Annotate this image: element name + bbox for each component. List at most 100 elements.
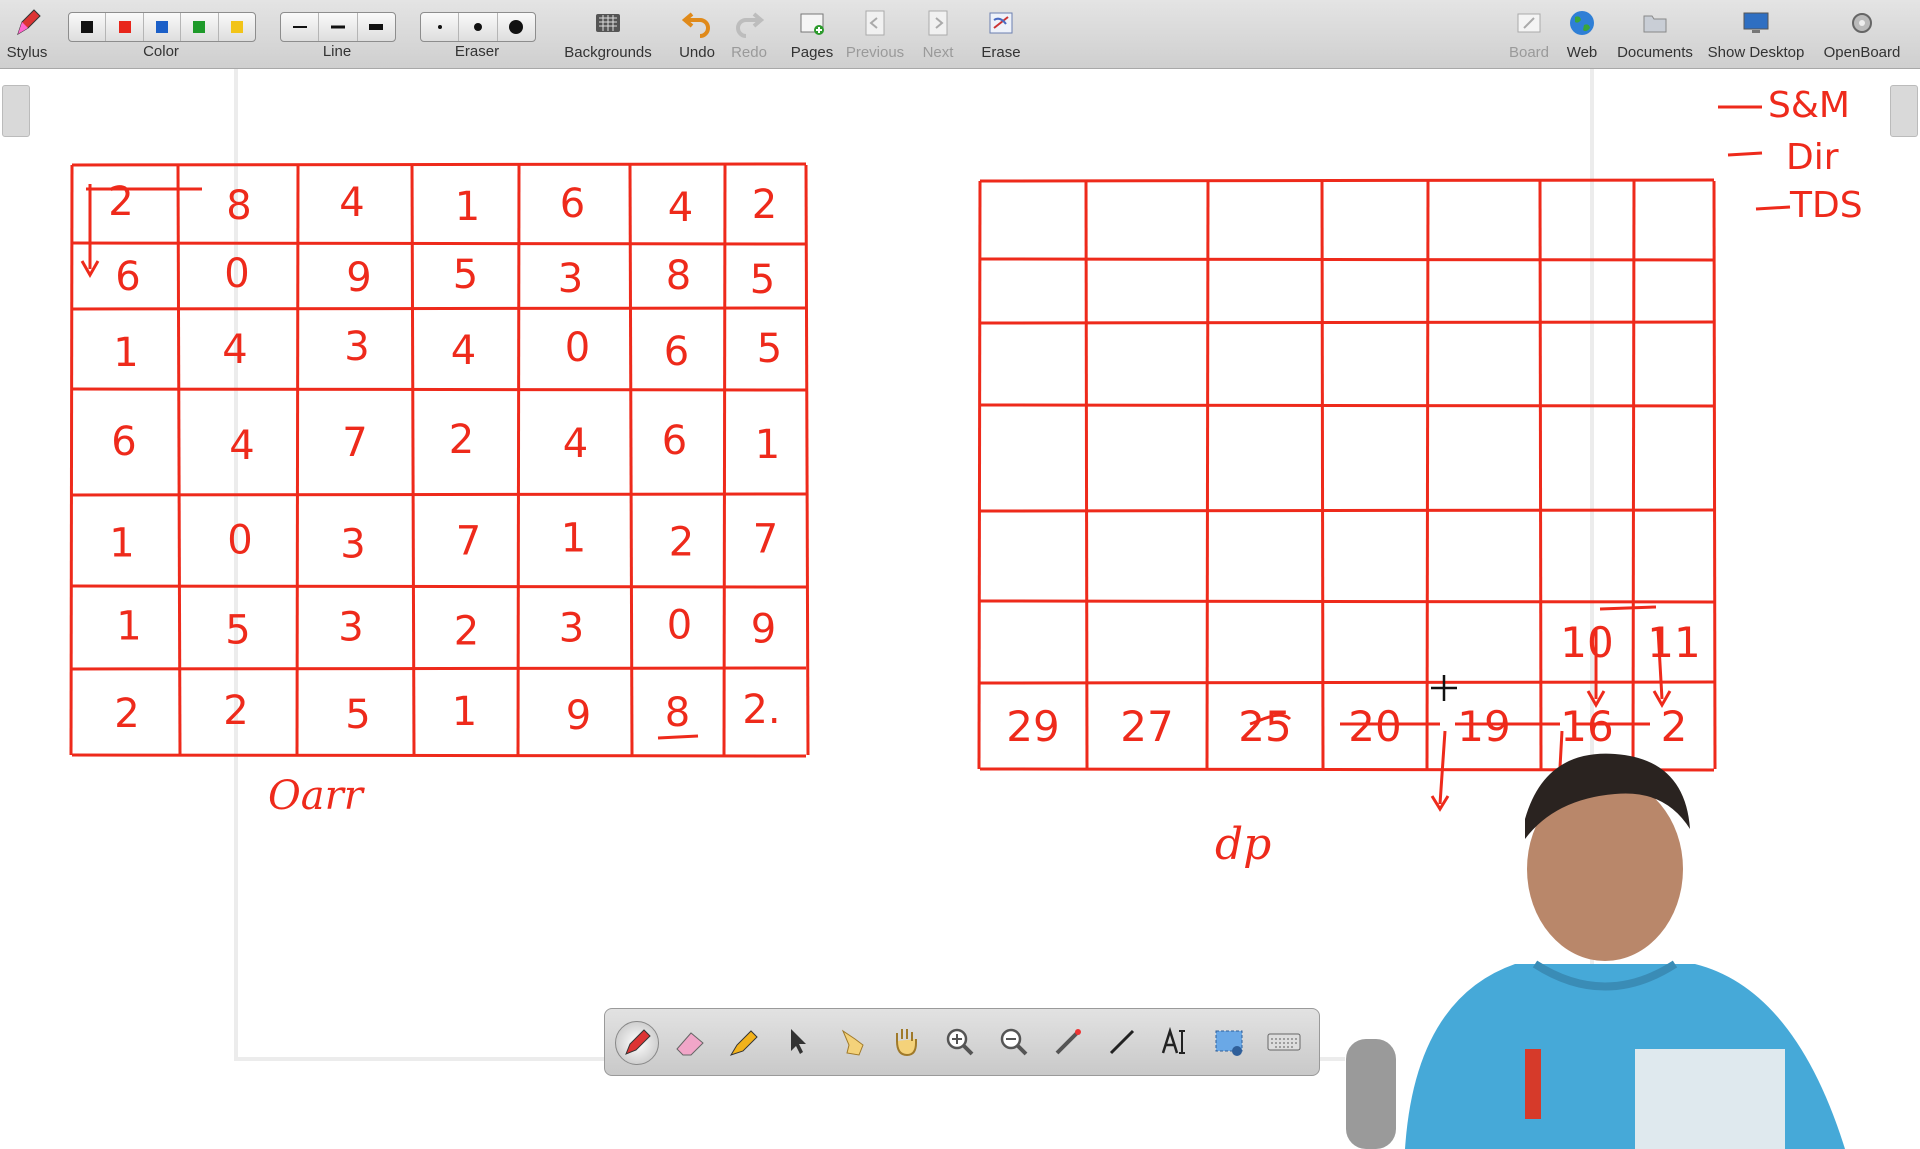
laser-icon (1055, 1029, 1081, 1055)
undo-button[interactable]: Undo (672, 4, 722, 64)
stylus-button[interactable]: Stylus (2, 4, 52, 64)
web-button[interactable]: Web (1558, 4, 1606, 64)
documents-button[interactable]: Documents (1610, 4, 1700, 64)
zoom-in-button[interactable] (939, 1021, 981, 1063)
backgrounds-icon (596, 14, 620, 32)
presenter-video (1345, 753, 1920, 1149)
hand-tool-button[interactable] (885, 1021, 927, 1063)
zoom-out-button[interactable] (993, 1021, 1035, 1063)
left-grid-cell: 2 (449, 417, 474, 463)
interact-tool-button[interactable] (831, 1021, 873, 1063)
left-grid-vline (804, 164, 810, 756)
eraser-large-option[interactable] (498, 13, 535, 41)
left-grid-cell: 6 (662, 418, 687, 464)
right-grid-cell: 27 (1120, 702, 1173, 751)
pages-label: Pages (790, 44, 834, 61)
right-grid-vline (1320, 180, 1325, 770)
line-thick-option[interactable] (358, 13, 395, 41)
left-grid-cell: 4 (339, 180, 364, 226)
hand-icon (896, 1029, 917, 1057)
left-grid-cell: 0 (565, 325, 590, 371)
right-grid-cell: 11 (1647, 618, 1700, 667)
openboard-label: OpenBoard (1823, 44, 1901, 61)
left-grid-cell: 9 (566, 693, 591, 739)
color-yellow-swatch[interactable] (219, 13, 255, 41)
stylus-icon (17, 9, 41, 36)
left-grid-cell: 1 (455, 184, 480, 230)
left-grid-cell: 2 (454, 609, 479, 655)
right-grid-vline (977, 180, 982, 770)
note-dir: Dir (1786, 137, 1839, 178)
select-tool-button[interactable] (777, 1021, 819, 1063)
pen-tool-button[interactable] (615, 1021, 659, 1065)
left-grid-hline (71, 492, 807, 497)
color-black-swatch[interactable] (69, 13, 107, 41)
right-grid-cell: 29 (1006, 702, 1059, 751)
globe-icon (1570, 11, 1594, 35)
previous-label: Previous (845, 44, 905, 61)
left-grid-cell: 5 (757, 326, 782, 372)
left-grid-cell: 1 (561, 516, 586, 562)
line-medium-option[interactable] (319, 13, 358, 41)
left-grid-cell: 3 (559, 606, 584, 652)
right-grid-vline (1712, 180, 1717, 770)
board-icon (1517, 13, 1541, 33)
eraser-tool-button[interactable] (669, 1021, 711, 1063)
eraser-label: Eraser (454, 43, 500, 60)
left-grid-cell: 0 (224, 251, 249, 297)
redo-button[interactable]: Redo (724, 4, 774, 64)
erase-label: Erase (981, 44, 1021, 61)
erase-button[interactable]: Erase (974, 4, 1028, 64)
left-grid-cell: 2 (223, 688, 248, 734)
right-grid-hline (979, 508, 1715, 513)
color-blue-swatch[interactable] (144, 13, 182, 41)
eraser-small-option[interactable] (421, 13, 460, 41)
floating-tools-bar (604, 1008, 1320, 1076)
left-grid-cell: 1 (452, 689, 477, 735)
left-grid-vline (722, 164, 727, 756)
marker-tool-button[interactable] (723, 1021, 765, 1063)
left-grid-numbers: 2 8 4 1 6 4 2 6 0 9 5 3 8 5 1 4 3 4 0 6 5 6 4 7 2 4 6 1 1 0 3 7 1 2 7 1 5 3 2 3… (108, 179, 782, 739)
pages-button[interactable]: Pages (786, 4, 838, 64)
capture-tool-button[interactable] (1209, 1021, 1251, 1063)
left-grid-cell: 7 (456, 519, 481, 565)
color-green-swatch[interactable] (181, 13, 219, 41)
virtual-keyboard-button[interactable] (1263, 1021, 1305, 1063)
board-label: Board (1508, 44, 1550, 61)
left-grid-vline (410, 164, 416, 756)
left-grid-cell: 0 (667, 603, 692, 649)
eraser-medium-option[interactable] (459, 13, 498, 41)
redo-icon (736, 12, 764, 38)
right-grid-hline (979, 257, 1715, 262)
previous-page-icon (865, 10, 885, 36)
text-icon (1161, 1026, 1185, 1054)
next-button[interactable]: Next (912, 4, 964, 64)
pen-icon (625, 1029, 651, 1055)
keyboard-icon (1267, 1033, 1301, 1051)
laser-pointer-button[interactable] (1047, 1021, 1089, 1063)
board-button[interactable]: Board (1504, 4, 1554, 64)
documents-label: Documents (1617, 44, 1693, 61)
show-desktop-button[interactable]: Show Desktop (1702, 4, 1810, 64)
left-grid-cell: 1 (116, 604, 141, 650)
main-toolbar: Stylus Color Line Eraser Backgrounds Und… (0, 0, 1920, 69)
left-grid-cell: 0 (227, 518, 252, 564)
left-grid-cell: 8 (226, 183, 251, 229)
right-grid-hline (979, 178, 1715, 183)
left-grid-cell: 2 (108, 179, 133, 225)
crosshair-cursor-icon (1431, 675, 1457, 701)
left-grid-vline (516, 164, 521, 756)
text-tool-button[interactable] (1155, 1021, 1197, 1063)
backgrounds-button[interactable]: Backgrounds (560, 4, 656, 64)
redo-label: Redo (731, 44, 767, 61)
gear-icon (1852, 13, 1872, 33)
previous-button[interactable]: Previous (842, 4, 908, 64)
left-grid-cell: 3 (338, 605, 363, 651)
color-red-swatch[interactable] (106, 13, 144, 41)
whiteboard-canvas[interactable]: 2841642609538514340656472461103712715323… (0, 69, 1920, 1149)
left-grid-cell: 6 (560, 181, 585, 227)
line-thin-option[interactable] (281, 13, 320, 41)
openboard-menu-button[interactable]: OpenBoard (1814, 4, 1910, 64)
line-tool-button[interactable] (1101, 1021, 1143, 1063)
left-grid-cell: 6 (664, 329, 689, 375)
